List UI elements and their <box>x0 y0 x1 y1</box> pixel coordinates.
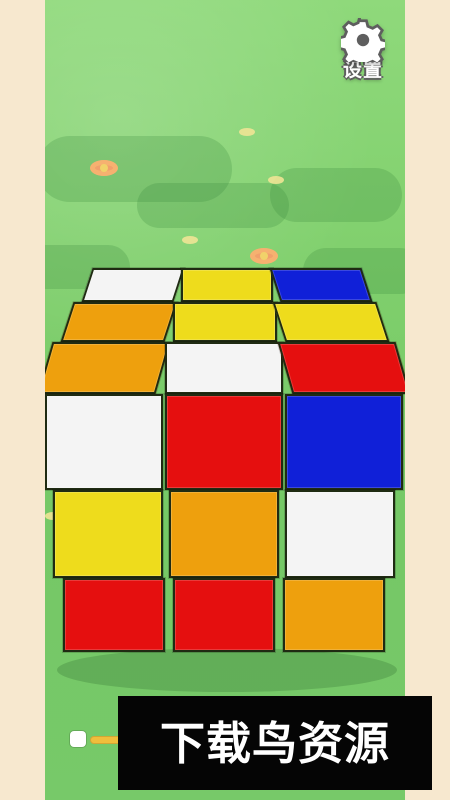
right-side-bar <box>405 0 450 800</box>
rubiks-cube[interactable] <box>45 0 405 800</box>
front-face-cell-3-3[interactable] <box>283 578 385 652</box>
front-face-cell-3-2[interactable] <box>173 578 275 652</box>
front-face-cell-2-2[interactable] <box>169 490 279 578</box>
progress-knob <box>70 731 86 747</box>
top-face-cell-2-3[interactable] <box>272 302 390 342</box>
watermark-text: 下载鸟资源 <box>159 716 390 770</box>
front-face-cell-1-1[interactable] <box>45 394 163 490</box>
top-face-cell-1-1[interactable] <box>81 268 185 302</box>
top-face-cell-1-2[interactable] <box>181 268 273 302</box>
watermark-banner: 下载鸟资源 <box>118 696 432 790</box>
left-side-bar <box>0 0 45 800</box>
front-face-cell-2-3[interactable] <box>285 490 395 578</box>
settings-button[interactable]: 设置 <box>337 18 389 90</box>
front-face-cell-1-2[interactable] <box>165 394 283 490</box>
game-scene: 设置 <box>45 0 405 800</box>
top-face-cell-1-3[interactable] <box>269 268 373 302</box>
settings-label: 设置 <box>342 59 383 81</box>
game-viewport: 设置 下载鸟资源 <box>0 0 450 800</box>
top-face-cell-3-1[interactable] <box>45 342 171 394</box>
top-face-cell-3-3[interactable] <box>277 342 405 394</box>
front-face-cell-3-1[interactable] <box>63 578 165 652</box>
front-face-cell-1-3[interactable] <box>285 394 403 490</box>
front-face-cell-2-1[interactable] <box>53 490 163 578</box>
gear-icon <box>337 18 389 62</box>
top-face-cell-2-2[interactable] <box>173 302 277 342</box>
top-face-cell-3-2[interactable] <box>165 342 283 394</box>
top-face-cell-2-1[interactable] <box>60 302 178 342</box>
